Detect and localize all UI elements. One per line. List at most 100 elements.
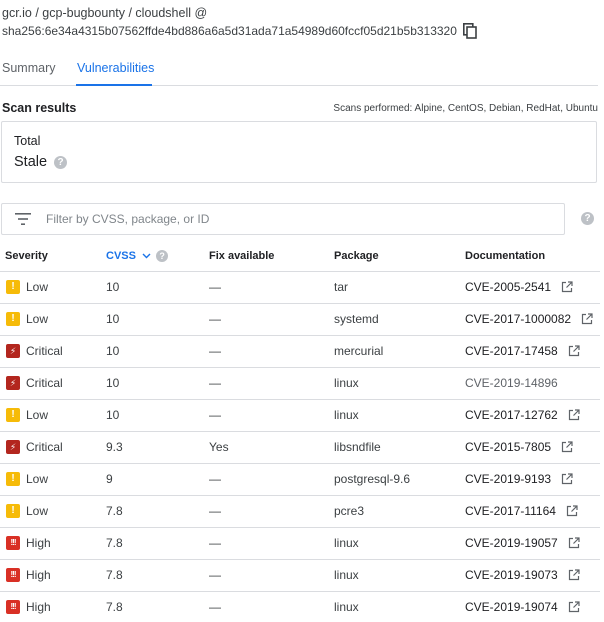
column-cvss[interactable]: CVSS ? <box>106 241 209 272</box>
package-cell: postgresql-9.6 <box>334 463 465 496</box>
warning-low-icon: ! <box>6 472 20 486</box>
cve-link[interactable]: CVE-2017-12762 <box>465 408 558 422</box>
table-row[interactable]: !!! High 7.8— linux CVE-2019-19057 <box>0 527 600 560</box>
cve-link[interactable]: CVE-2019-19073 <box>465 568 558 582</box>
table-row[interactable]: ! Low 7.8— pcre3 CVE-2017-11164 <box>0 495 600 528</box>
cvss-cell: 10 <box>106 303 209 336</box>
severity-cell: ⚡ Critical <box>0 367 106 400</box>
cvss-help-icon[interactable]: ? <box>156 249 169 262</box>
documentation-cell: CVE-2017-1000082 <box>465 303 600 336</box>
fix-available-cell: — <box>209 399 334 432</box>
table-row[interactable]: ! Low 10— systemd CVE-2017-1000082 <box>0 303 600 336</box>
table-header-row: Severity CVSS ? Fix available Package Do… <box>0 241 600 272</box>
documentation-cell: CVE-2017-11164 <box>465 495 600 528</box>
severity-wrap: ! Low <box>6 504 106 518</box>
filter-help-icon[interactable]: ? <box>581 212 594 225</box>
fix-available-cell: — <box>209 303 334 336</box>
external-link-icon[interactable] <box>566 505 578 517</box>
table-row[interactable]: ⚡ Critical 10— linux CVE-2019-14896 <box>0 367 600 400</box>
cve-link[interactable]: CVE-2015-7805 <box>465 440 551 454</box>
column-package[interactable]: Package <box>334 241 465 272</box>
severity-wrap: !!! High <box>6 600 106 614</box>
table-row[interactable]: !!! High 7.8— linux CVE-2019-19073 <box>0 559 600 592</box>
filter-icon[interactable] <box>15 213 31 225</box>
package-cell: linux <box>334 399 465 432</box>
package-cell: linux <box>334 527 465 560</box>
column-severity[interactable]: Severity <box>0 241 106 272</box>
warning-low-icon: ! <box>6 408 20 422</box>
cvss-cell: 10 <box>106 367 209 400</box>
external-link-icon[interactable] <box>568 601 580 613</box>
cve-link[interactable]: CVE-2005-2541 <box>465 280 551 294</box>
total-value-row: Stale ? <box>14 154 596 170</box>
external-link-icon[interactable] <box>561 281 573 293</box>
table-row[interactable]: ⚡ Critical 9.3 Yes libsndfile CVE-2015-7805 <box>0 431 600 464</box>
external-link-icon[interactable] <box>581 313 593 325</box>
table-row[interactable]: ! Low 9— postgresql-9.6 CVE-2019-9193 <box>0 463 600 496</box>
documentation-wrap: CVE-2017-12762 <box>465 408 600 422</box>
severity-wrap: ! Low <box>6 312 106 326</box>
cve-link[interactable]: CVE-2017-1000082 <box>465 312 571 326</box>
image-sha[interactable]: sha256:6e34a4315b07562ffde4bd886a6a5d31a… <box>2 22 457 40</box>
cve-link[interactable]: CVE-2019-9193 <box>465 472 551 486</box>
cve-link[interactable]: CVE-2019-19074 <box>465 600 558 614</box>
documentation-wrap: CVE-2019-9193 <box>465 472 600 486</box>
fix-available-cell: — <box>209 335 334 368</box>
cvss-cell: 9.3 <box>106 431 209 464</box>
table-row[interactable]: ⚡ Critical 10— mercurial CVE-2017-17458 <box>0 335 600 368</box>
external-link-icon[interactable] <box>568 345 580 357</box>
tab-vulnerabilities[interactable]: Vulnerabilities <box>76 52 154 86</box>
copy-icon[interactable] <box>462 23 477 39</box>
image-header: gcr.io / gcp-bugbounty / cloudshell @ sh… <box>2 4 602 40</box>
column-documentation[interactable]: Documentation <box>465 241 600 272</box>
severity-label: Critical <box>26 344 63 358</box>
severity-wrap: ⚡ Critical <box>6 440 106 454</box>
external-link-icon[interactable] <box>568 537 580 549</box>
severity-label: High <box>26 600 51 614</box>
table-row[interactable]: ! Low 10— tar CVE-2005-2541 <box>0 271 600 304</box>
column-cvss-label: CVSS <box>106 249 136 262</box>
documentation-cell: CVE-2017-17458 <box>465 335 600 368</box>
table-row[interactable]: !!! High 7.8— linux CVE-2019-19074 <box>0 591 600 622</box>
severity-label: High <box>26 568 51 582</box>
total-card: Total Stale ? <box>1 121 597 183</box>
cve-link[interactable]: CVE-2019-14896 <box>465 376 558 390</box>
documentation-cell: CVE-2019-9193 <box>465 463 600 496</box>
severity-cell: ! Low <box>0 303 106 336</box>
fix-available-cell: — <box>209 495 334 528</box>
tab-summary[interactable]: Summary <box>2 52 76 86</box>
package-cell: libsndfile <box>334 431 465 464</box>
warning-low-icon: ! <box>6 312 20 326</box>
documentation-cell: CVE-2019-14896 <box>465 367 600 400</box>
column-fix-available[interactable]: Fix available <box>209 241 334 272</box>
external-link-icon[interactable] <box>568 409 580 421</box>
external-link-icon[interactable] <box>568 569 580 581</box>
filter-input[interactable] <box>46 212 526 226</box>
documentation-cell: CVE-2019-19057 <box>465 527 600 560</box>
cvss-cell: 7.8 <box>106 559 209 592</box>
image-path: gcr.io / gcp-bugbounty / cloudshell @ <box>2 6 208 20</box>
cve-link[interactable]: CVE-2017-17458 <box>465 344 558 358</box>
cvss-cell: 7.8 <box>106 495 209 528</box>
external-link-icon[interactable] <box>561 473 573 485</box>
documentation-wrap: CVE-2019-19057 <box>465 536 600 550</box>
cvss-cell: 10 <box>106 335 209 368</box>
severity-cell: ! Low <box>0 495 106 528</box>
package-cell: systemd <box>334 303 465 336</box>
fix-available-cell: — <box>209 463 334 496</box>
severity-label: High <box>26 536 51 550</box>
cve-link[interactable]: CVE-2019-19057 <box>465 536 558 550</box>
table-row[interactable]: ! Low 10— linux CVE-2017-12762 <box>0 399 600 432</box>
cve-link[interactable]: CVE-2017-11164 <box>465 504 556 518</box>
cvss-cell: 7.8 <box>106 591 209 622</box>
severity-cell: !!! High <box>0 591 106 622</box>
sort-arrow-icon[interactable] <box>142 253 151 259</box>
critical-bolt-icon: ⚡ <box>6 344 20 358</box>
severity-wrap: !!! High <box>6 536 106 550</box>
warning-low-icon: ! <box>6 280 20 294</box>
help-icon[interactable]: ? <box>54 155 68 169</box>
critical-bolt-icon: ⚡ <box>6 376 20 390</box>
documentation-wrap: CVE-2019-14896 <box>465 376 600 390</box>
package-cell: mercurial <box>334 335 465 368</box>
external-link-icon[interactable] <box>561 441 573 453</box>
